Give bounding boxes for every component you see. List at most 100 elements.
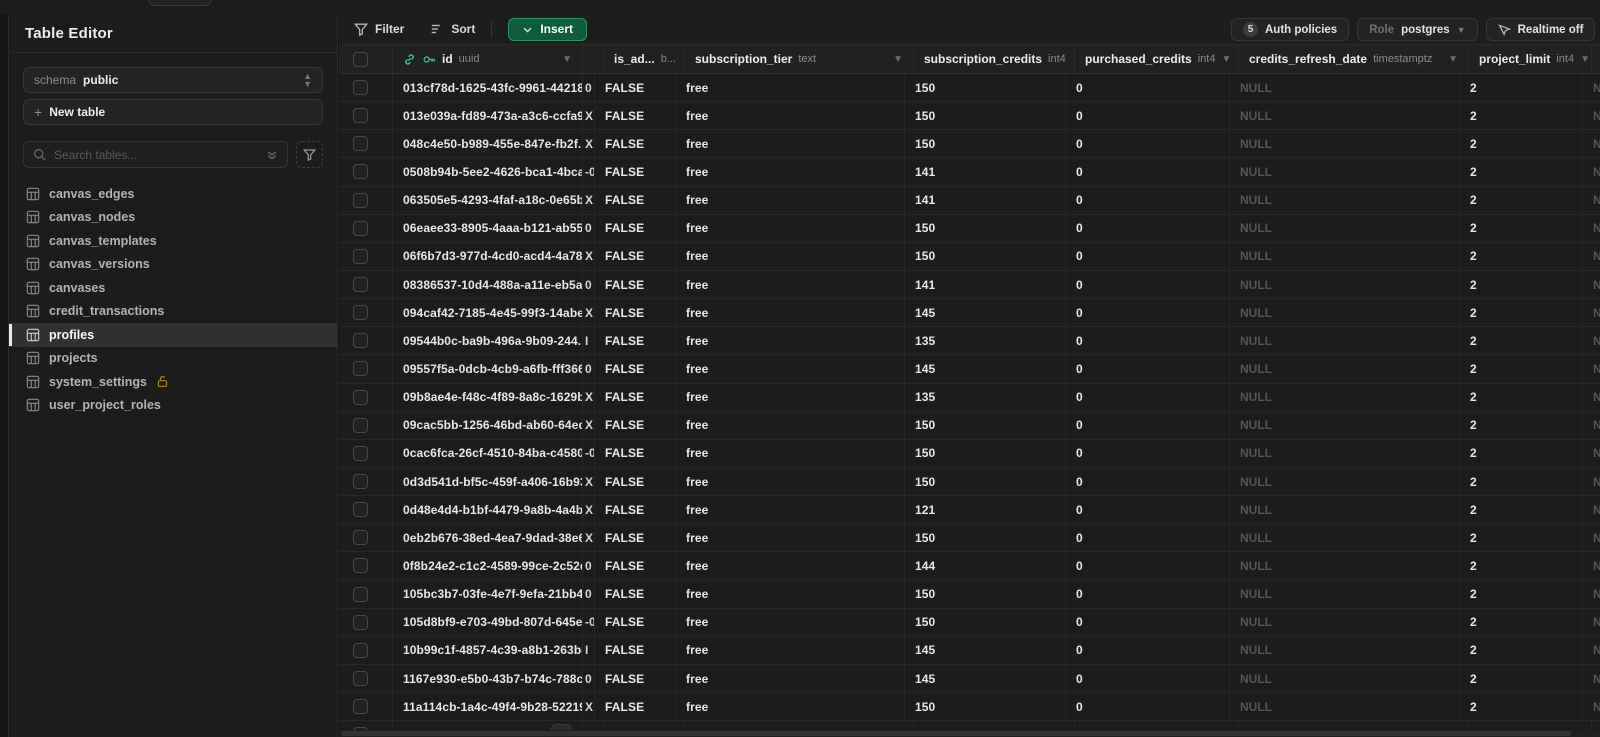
cell-subscription_credits[interactable]: 135 bbox=[905, 383, 1066, 411]
cell-project_limit[interactable]: 2 bbox=[1460, 411, 1583, 439]
cell-project_limit[interactable]: 2 bbox=[1460, 467, 1583, 496]
cell-next_col[interactable]: NULL bbox=[1583, 355, 1600, 382]
cell-select[interactable] bbox=[339, 693, 393, 721]
cell-select[interactable] bbox=[339, 186, 393, 214]
cell-credits_refresh_date[interactable]: NULL bbox=[1230, 130, 1460, 158]
cell-subscription_tier[interactable]: free bbox=[676, 664, 905, 693]
cell-is_admin[interactable]: FALSE bbox=[595, 74, 676, 102]
cell-clipped[interactable]: I bbox=[583, 636, 595, 664]
cell-clipped[interactable]: 0 bbox=[583, 270, 595, 299]
cell-clipped[interactable]: X bbox=[583, 299, 595, 327]
cell-select[interactable] bbox=[339, 299, 393, 327]
cell-purchased_credits[interactable]: 0 bbox=[1066, 102, 1230, 130]
cell-clipped[interactable]: X bbox=[583, 383, 595, 411]
cell-project_limit[interactable]: 2 bbox=[1460, 214, 1583, 242]
cell-subscription_credits[interactable]: 150 bbox=[905, 411, 1066, 439]
cell-id[interactable]: 013e039a-fd89-473a-a3c6-ccfa9...→ bbox=[393, 102, 583, 130]
schema-select[interactable]: schema public ▲ ▼ bbox=[23, 67, 323, 93]
insert-button[interactable]: Insert bbox=[508, 17, 588, 41]
cell-credits_refresh_date[interactable]: NULL bbox=[1230, 467, 1460, 496]
cell-id[interactable]: 1167e930-e5b0-43b7-b74c-788c9...→ bbox=[393, 664, 583, 693]
cell-subscription_tier[interactable]: free bbox=[676, 496, 905, 524]
cell-subscription_tier[interactable]: free bbox=[676, 130, 905, 158]
row-checkbox[interactable] bbox=[353, 699, 368, 715]
cell-subscription_tier[interactable]: free bbox=[676, 327, 905, 355]
cell-purchased_credits[interactable]: 0 bbox=[1066, 467, 1230, 496]
cell-project_limit[interactable]: 2 bbox=[1460, 158, 1583, 186]
cell-subscription_tier[interactable]: free bbox=[676, 467, 905, 496]
cell-subscription_tier[interactable]: free bbox=[676, 411, 905, 439]
horizontal-scrollbar[interactable] bbox=[339, 730, 1600, 737]
cell-clipped[interactable]: -0 bbox=[583, 608, 595, 636]
cell-id[interactable]: 0d3d541d-bf5c-459f-a406-16b93...→ bbox=[393, 467, 583, 496]
cell-project_limit[interactable]: 2 bbox=[1460, 242, 1583, 270]
cell-is_admin[interactable]: FALSE bbox=[595, 693, 676, 721]
row-checkbox[interactable] bbox=[353, 333, 368, 349]
sidebar-item-canvases[interactable]: canvases bbox=[9, 276, 337, 300]
cell-next_col[interactable]: NULL bbox=[1583, 581, 1600, 608]
cell-select[interactable] bbox=[339, 636, 393, 664]
sidebar-item-system_settings[interactable]: system_settings bbox=[9, 370, 337, 394]
cell-project_limit[interactable]: 2 bbox=[1460, 355, 1583, 383]
row-checkbox[interactable] bbox=[353, 108, 368, 124]
cell-credits_refresh_date[interactable]: NULL bbox=[1230, 186, 1460, 214]
cell-clipped[interactable]: X bbox=[583, 496, 595, 524]
cell-credits_refresh_date[interactable]: NULL bbox=[1230, 552, 1460, 580]
cell-credits_refresh_date[interactable]: NULL bbox=[1230, 270, 1460, 299]
cell-purchased_credits[interactable]: 0 bbox=[1066, 411, 1230, 439]
cell-purchased_credits[interactable]: 0 bbox=[1066, 327, 1230, 355]
cell-credits_refresh_date[interactable]: NULL bbox=[1230, 608, 1460, 636]
cell-select[interactable] bbox=[339, 552, 393, 580]
sidebar-item-canvas_versions[interactable]: canvas_versions bbox=[9, 253, 337, 277]
cell-project_limit[interactable]: 2 bbox=[1460, 299, 1583, 327]
cell-is_admin[interactable]: FALSE bbox=[595, 439, 676, 467]
cell-purchased_credits[interactable]: 0 bbox=[1066, 299, 1230, 327]
cell-subscription_tier[interactable]: free bbox=[676, 158, 905, 186]
cell-is_admin[interactable]: FALSE bbox=[595, 664, 676, 693]
cell-credits_refresh_date[interactable]: NULL bbox=[1230, 636, 1460, 664]
cell-credits_refresh_date[interactable]: NULL bbox=[1230, 411, 1460, 439]
row-checkbox[interactable] bbox=[353, 642, 368, 658]
cell-select[interactable] bbox=[339, 664, 393, 693]
cell-id[interactable]: 06f6b7d3-977d-4cd0-acd4-4a78...→ bbox=[393, 242, 583, 270]
cell-purchased_credits[interactable]: 0 bbox=[1066, 664, 1230, 693]
cell-credits_refresh_date[interactable]: NULL bbox=[1230, 496, 1460, 524]
column-header-subscription_credits[interactable]: subscription_creditsint4▼ bbox=[914, 45, 1075, 73]
cell-is_admin[interactable]: FALSE bbox=[595, 186, 676, 214]
cell-subscription_credits[interactable]: 135 bbox=[905, 327, 1066, 355]
row-checkbox[interactable] bbox=[353, 474, 368, 490]
cell-id[interactable]: 063505e5-4293-4faf-a18c-0e65b...→ bbox=[393, 186, 583, 214]
cell-is_admin[interactable]: FALSE bbox=[595, 130, 676, 158]
cell-next_col[interactable]: NULL bbox=[1583, 412, 1600, 439]
cell-subscription_tier[interactable]: free bbox=[676, 355, 905, 383]
cell-project_limit[interactable]: 2 bbox=[1460, 552, 1583, 580]
cell-subscription_credits[interactable]: 150 bbox=[905, 693, 1066, 721]
column-header-is_ad...[interactable]: is_ad...b...▼ bbox=[604, 45, 685, 73]
cell-next_col[interactable]: NULL bbox=[1583, 271, 1600, 298]
cell-project_limit[interactable]: 2 bbox=[1460, 636, 1583, 664]
cell-subscription_credits[interactable]: 141 bbox=[905, 158, 1066, 186]
cell-purchased_credits[interactable]: 0 bbox=[1066, 74, 1230, 102]
cell-subscription_tier[interactable]: free bbox=[676, 383, 905, 411]
column-header-id[interactable]: id uuid ▼ bbox=[393, 45, 583, 73]
cell-subscription_credits[interactable]: 150 bbox=[905, 130, 1066, 158]
cell-clipped[interactable]: 0 bbox=[583, 580, 595, 608]
cell-project_limit[interactable]: 2 bbox=[1460, 608, 1583, 636]
cell-select[interactable] bbox=[339, 130, 393, 158]
cell-select[interactable] bbox=[339, 74, 393, 102]
cell-clipped[interactable]: X bbox=[583, 467, 595, 496]
cell-subscription_credits[interactable]: 150 bbox=[905, 214, 1066, 242]
cell-subscription_credits[interactable]: 150 bbox=[905, 608, 1066, 636]
cell-credits_refresh_date[interactable]: NULL bbox=[1230, 355, 1460, 383]
column-header-credits_refresh_date[interactable]: credits_refresh_date timestamptz ▼ bbox=[1239, 45, 1469, 73]
cell-next_col[interactable]: NULL bbox=[1583, 102, 1600, 129]
cell-next_col[interactable]: NULL bbox=[1583, 130, 1600, 157]
cell-subscription_tier[interactable]: free bbox=[676, 524, 905, 552]
cell-id[interactable]: 013cf78d-1625-43fc-9961-442189...→ bbox=[393, 74, 583, 102]
cell-credits_refresh_date[interactable]: NULL bbox=[1230, 327, 1460, 355]
cell-purchased_credits[interactable]: 0 bbox=[1066, 439, 1230, 467]
row-checkbox[interactable] bbox=[353, 277, 368, 293]
column-header-purchased_credits[interactable]: purchased_credits int4 ▼ bbox=[1075, 45, 1239, 73]
cell-clipped[interactable]: 0 bbox=[583, 355, 595, 383]
cell-purchased_credits[interactable]: 0 bbox=[1066, 580, 1230, 608]
